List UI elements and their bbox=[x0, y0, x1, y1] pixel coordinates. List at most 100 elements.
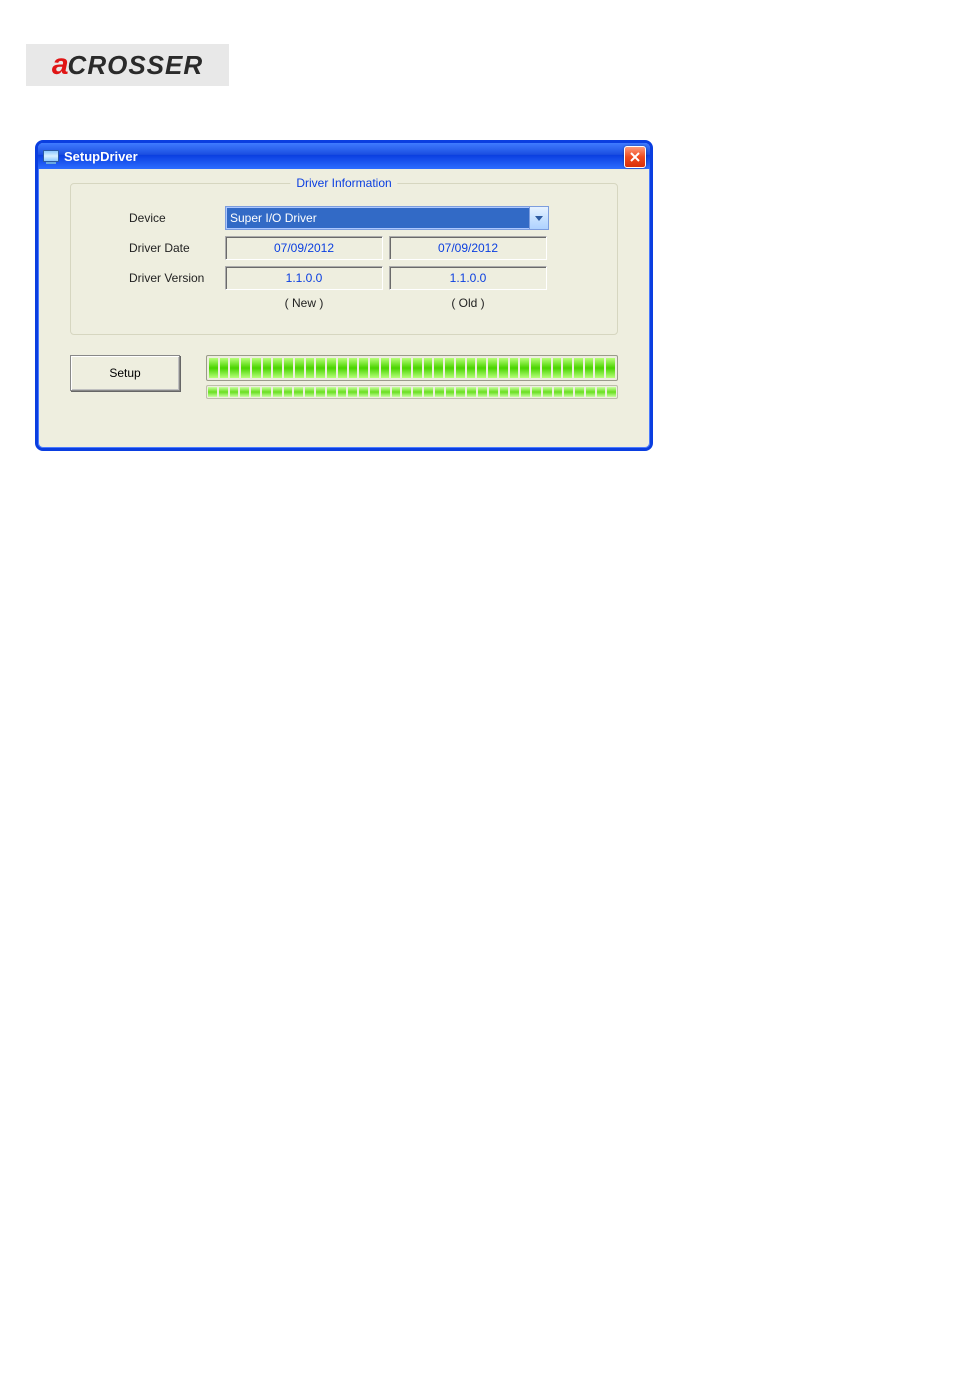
column-label-old: ( Old ) bbox=[389, 296, 547, 310]
progress-segment bbox=[381, 358, 390, 378]
progress-segment bbox=[607, 387, 616, 397]
progress-segment bbox=[263, 358, 272, 378]
driver-version-old: 1.1.0.0 bbox=[389, 266, 547, 290]
progress-segment bbox=[586, 387, 595, 397]
progress-segment bbox=[563, 358, 572, 378]
progress-segment bbox=[424, 358, 433, 378]
progress-segment bbox=[240, 387, 249, 397]
progress-segment bbox=[359, 387, 368, 397]
progress-segment bbox=[220, 358, 229, 378]
progress-segment bbox=[520, 358, 529, 378]
driver-version-label: Driver Version bbox=[129, 271, 225, 285]
progress-segment bbox=[316, 387, 325, 397]
window-icon bbox=[43, 149, 59, 163]
progress-segment bbox=[488, 358, 497, 378]
progress-segment bbox=[543, 387, 552, 397]
progress-segment bbox=[532, 387, 541, 397]
device-combobox[interactable]: Super I/O Driver bbox=[225, 206, 549, 230]
progress-segment bbox=[327, 387, 336, 397]
progress-segment bbox=[402, 387, 411, 397]
progress-segment bbox=[424, 387, 433, 397]
progress-segment bbox=[209, 358, 218, 378]
progress-segment bbox=[413, 358, 422, 378]
device-label: Device bbox=[129, 211, 225, 225]
progress-segment bbox=[294, 387, 303, 397]
progress-segment bbox=[510, 358, 519, 378]
progress-segment bbox=[564, 387, 573, 397]
titlebar[interactable]: SetupDriver bbox=[38, 143, 650, 169]
progress-segment bbox=[295, 358, 304, 378]
brand-logo: aCROSSER bbox=[26, 44, 229, 86]
progress-segment bbox=[284, 387, 293, 397]
progress-segment bbox=[456, 387, 465, 397]
progress-segment bbox=[273, 358, 282, 378]
progress-segment bbox=[446, 387, 455, 397]
progress-segment bbox=[510, 387, 519, 397]
column-label-new: ( New ) bbox=[225, 296, 383, 310]
progress-segment bbox=[273, 387, 282, 397]
progress-segment bbox=[349, 358, 358, 378]
progress-segment bbox=[521, 387, 530, 397]
progress-segment bbox=[230, 358, 239, 378]
progress-segment bbox=[477, 358, 486, 378]
progress-segment bbox=[456, 358, 465, 378]
progress-segment bbox=[327, 358, 336, 378]
progress-bar-primary bbox=[206, 355, 618, 381]
progress-segment bbox=[284, 358, 293, 378]
progress-segment bbox=[595, 358, 604, 378]
progress-segment bbox=[370, 358, 379, 378]
driver-date-new: 07/09/2012 bbox=[225, 236, 383, 260]
progress-segment bbox=[542, 358, 551, 378]
progress-segment bbox=[445, 358, 454, 378]
driver-date-label: Driver Date bbox=[129, 241, 225, 255]
progress-segment bbox=[359, 358, 368, 378]
progress-segment bbox=[381, 387, 390, 397]
progress-segment bbox=[230, 387, 239, 397]
progress-segment bbox=[597, 387, 606, 397]
close-button[interactable] bbox=[624, 146, 646, 168]
window-body: Driver Information Device Super I/O Driv… bbox=[38, 169, 650, 417]
progress-segment bbox=[392, 387, 401, 397]
driver-version-new: 1.1.0.0 bbox=[225, 266, 383, 290]
progress-segment bbox=[262, 387, 271, 397]
progress-segment bbox=[305, 387, 314, 397]
dropdown-button[interactable] bbox=[529, 207, 548, 229]
progress-segment bbox=[499, 358, 508, 378]
progress-segment bbox=[316, 358, 325, 378]
progress-segment bbox=[208, 387, 217, 397]
setup-button[interactable]: Setup bbox=[70, 355, 180, 391]
progress-segment bbox=[338, 358, 347, 378]
progress-segment bbox=[402, 358, 411, 378]
progress-segment bbox=[553, 358, 562, 378]
fieldset-legend: Driver Information bbox=[290, 176, 397, 190]
progress-segment bbox=[413, 387, 422, 397]
progress-segment bbox=[531, 358, 540, 378]
driver-date-old: 07/09/2012 bbox=[389, 236, 547, 260]
window-title: SetupDriver bbox=[64, 149, 138, 164]
setup-driver-window: SetupDriver Driver Information Device Su… bbox=[35, 140, 653, 451]
progress-segment bbox=[554, 387, 563, 397]
progress-segment bbox=[241, 358, 250, 378]
close-icon bbox=[630, 150, 640, 165]
progress-segment bbox=[478, 387, 487, 397]
progress-segment bbox=[306, 358, 315, 378]
progress-segment bbox=[606, 358, 615, 378]
chevron-down-icon bbox=[535, 211, 543, 225]
progress-segment bbox=[370, 387, 379, 397]
progress-segment bbox=[434, 358, 443, 378]
brand-logo-rest: CROSSER bbox=[68, 50, 204, 80]
progress-segment bbox=[219, 387, 228, 397]
progress-segment bbox=[574, 358, 583, 378]
progress-segment bbox=[489, 387, 498, 397]
progress-segment bbox=[435, 387, 444, 397]
progress-segment bbox=[348, 387, 357, 397]
driver-info-fieldset: Driver Information Device Super I/O Driv… bbox=[70, 183, 618, 335]
progress-segment bbox=[391, 358, 400, 378]
progress-segment bbox=[252, 358, 261, 378]
progress-bar-secondary bbox=[206, 385, 618, 399]
progress-segment bbox=[338, 387, 347, 397]
progress-segment bbox=[467, 358, 476, 378]
progress-segment bbox=[251, 387, 260, 397]
device-selected-value: Super I/O Driver bbox=[230, 211, 529, 225]
progress-segment bbox=[575, 387, 584, 397]
